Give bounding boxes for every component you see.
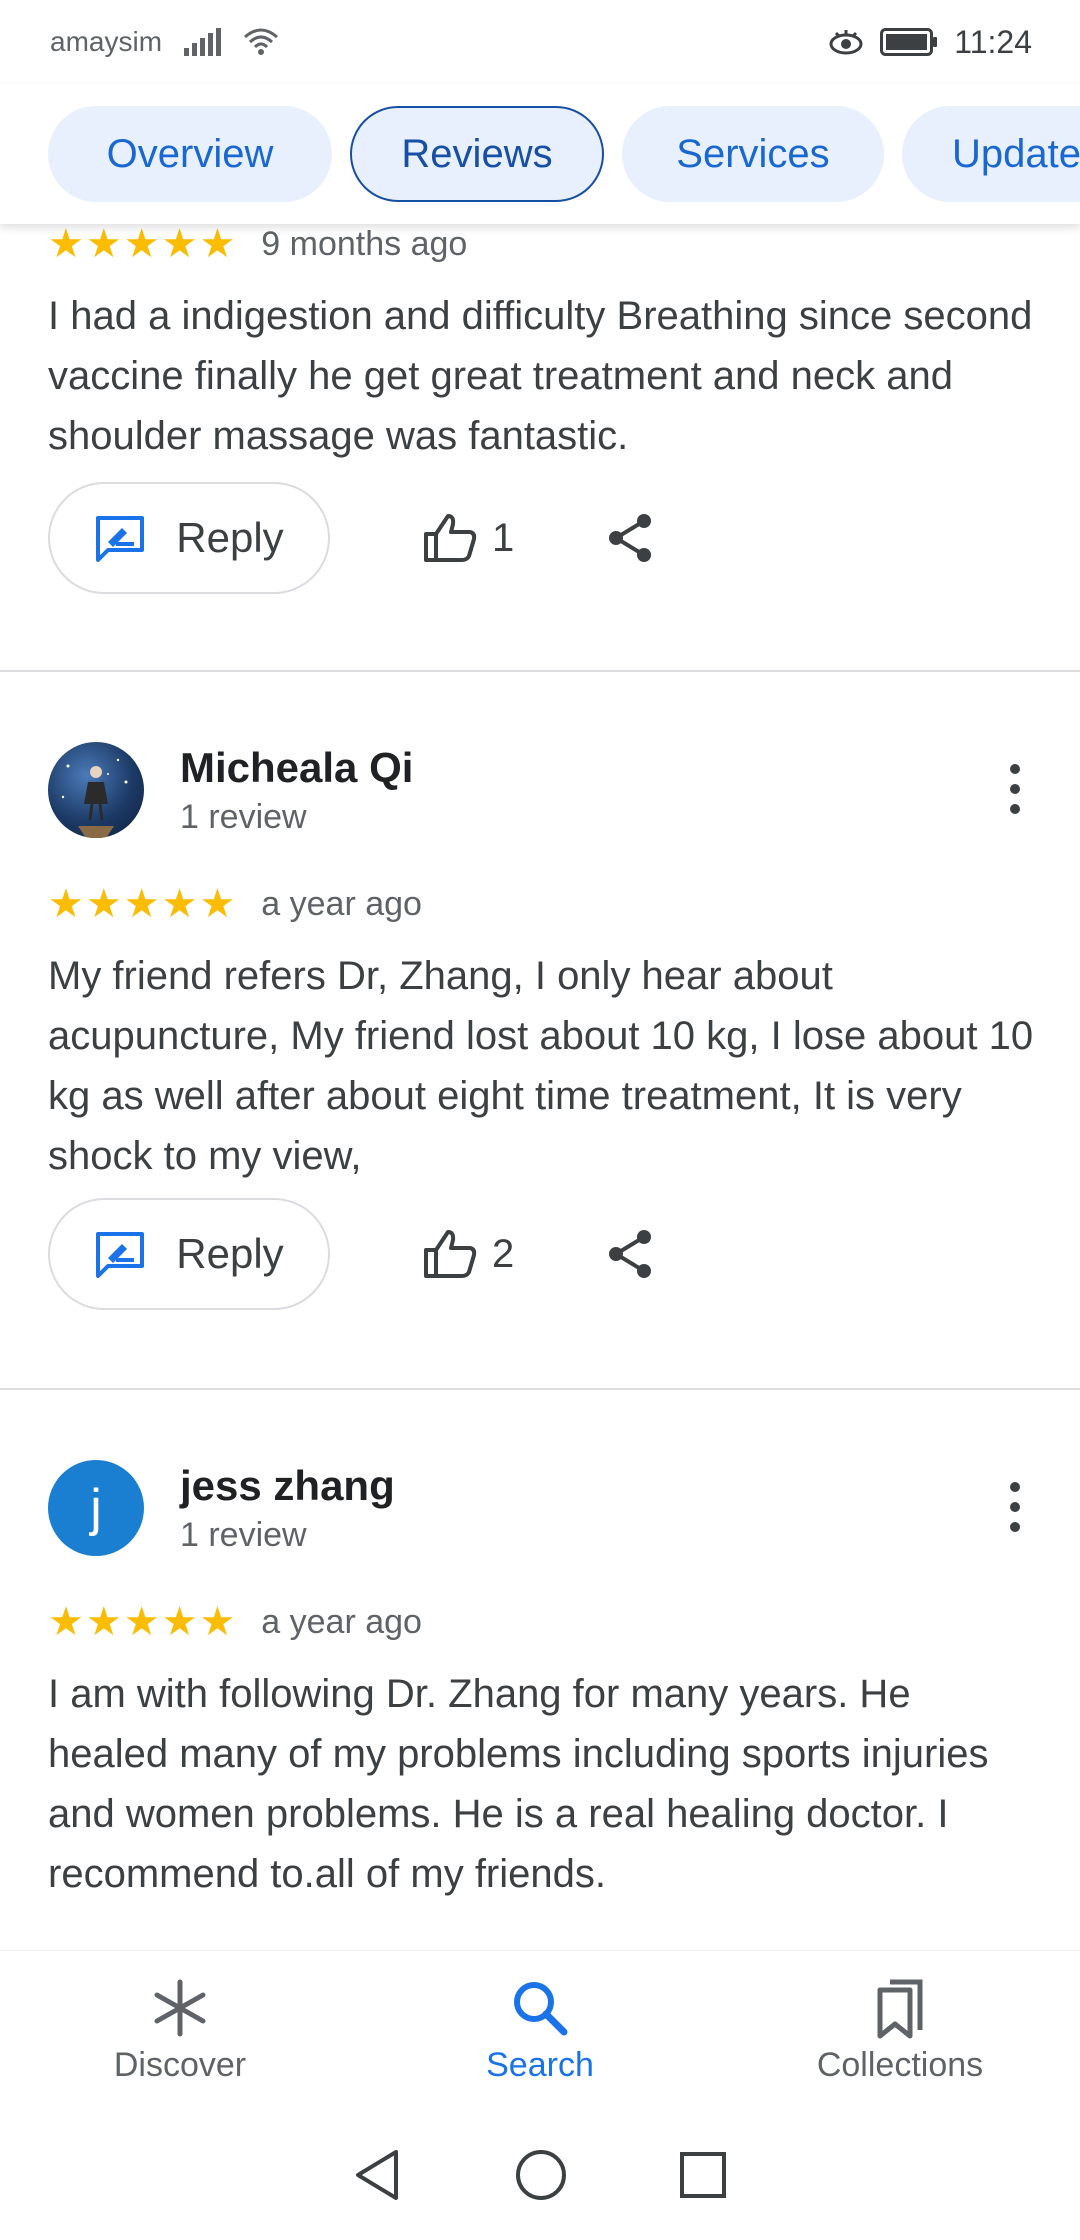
- more-options-icon[interactable]: [1010, 1482, 1020, 1532]
- star-rating: ★★★★★: [48, 882, 238, 926]
- status-left: amaysim: [50, 26, 279, 58]
- share-icon: [609, 514, 652, 562]
- bottom-navigation: Discover Search Collections: [0, 1950, 1080, 2110]
- like-button[interactable]: 2: [422, 1228, 514, 1280]
- star-rating: ★★★★★: [48, 224, 238, 266]
- nav-discover[interactable]: Discover: [30, 1951, 330, 2110]
- reply-label: Reply: [176, 1230, 284, 1277]
- rating-row: ★★★★★ a year ago: [48, 884, 422, 924]
- thumbs-up-icon: [424, 514, 477, 562]
- thumbs-up-icon: [424, 1230, 477, 1278]
- nav-label: Collections: [816, 2046, 984, 2084]
- battery-icon: [880, 28, 938, 56]
- review-card: ★★★★★ 9 months ago I had a indigestion a…: [0, 224, 1080, 672]
- rating-row: ★★★★★ 9 months ago: [48, 224, 467, 264]
- asterisk-icon: [154, 1979, 206, 2037]
- tab-overview[interactable]: Overview: [48, 106, 332, 202]
- review-time: 9 months ago: [261, 224, 468, 263]
- search-icon: [514, 1982, 568, 2036]
- tab-bar: Overview Reviews Services Updates: [0, 84, 1080, 224]
- tab-reviews[interactable]: Reviews: [350, 106, 604, 202]
- author-name[interactable]: jess zhang: [180, 1462, 395, 1510]
- status-right: 11:24: [828, 24, 1032, 61]
- review-author[interactable]: j jess zhang 1 review: [48, 1460, 395, 1556]
- review-text: My friend refers Dr, Zhang, I only hear …: [48, 954, 1034, 1178]
- rating-row: ★★★★★ a year ago: [48, 1602, 422, 1642]
- nav-collections[interactable]: Collections: [750, 1951, 1050, 2110]
- share-button[interactable]: [606, 1228, 654, 1280]
- star-rating: ★★★★★: [48, 1600, 238, 1644]
- author-info: jess zhang 1 review: [180, 1462, 395, 1555]
- home-icon[interactable]: [514, 2148, 568, 2202]
- reply-icon: [96, 516, 145, 562]
- review-time: a year ago: [261, 884, 422, 923]
- author-review-count: 1 review: [180, 1515, 307, 1554]
- review-author[interactable]: Micheala Qi 1 review: [48, 742, 413, 838]
- avatar-image: [61, 758, 128, 838]
- system-navigation: [0, 2110, 1080, 2240]
- reply-button[interactable]: Reply: [48, 482, 330, 594]
- review-actions: Reply 1: [48, 482, 654, 594]
- recents-icon[interactable]: [678, 2150, 728, 2200]
- more-options-icon[interactable]: [1010, 764, 1020, 814]
- review-actions: Reply 2: [48, 1198, 654, 1310]
- review-text: I had a indigestion and difficulty Breat…: [48, 294, 1033, 458]
- signal-icon: [184, 28, 222, 56]
- nav-label: Search: [486, 2046, 594, 2084]
- reply-label: Reply: [176, 514, 284, 561]
- like-count: 2: [492, 1231, 515, 1276]
- like-count: 1: [492, 515, 515, 560]
- share-button[interactable]: [606, 512, 654, 564]
- nav-label: Discover: [113, 2046, 247, 2084]
- review-text: I am with following Dr. Zhang for many y…: [48, 1672, 989, 1896]
- avatar: j: [48, 1460, 144, 1556]
- avatar: [48, 742, 144, 838]
- bookmarks-icon: [877, 1979, 923, 2039]
- eye-comfort-icon: [829, 30, 863, 55]
- review-time: a year ago: [261, 1602, 422, 1641]
- reply-icon: [96, 1232, 145, 1278]
- author-review-count: 1 review: [180, 797, 307, 836]
- author-name[interactable]: Micheala Qi: [180, 744, 413, 792]
- clock: 11:24: [954, 23, 1032, 60]
- status-bar: amaysim 11:24: [0, 0, 1080, 84]
- tab-services[interactable]: Services: [622, 106, 884, 202]
- review-card: Micheala Qi 1 review ★★★★★ a year ago My…: [0, 672, 1080, 1390]
- share-icon: [609, 1230, 652, 1278]
- carrier-label: amaysim: [50, 26, 163, 57]
- review-card: j jess zhang 1 review ★★★★★ a year ago I…: [0, 1390, 1080, 1950]
- wifi-icon: [244, 28, 279, 55]
- nav-search[interactable]: Search: [390, 1951, 690, 2110]
- reviews-list[interactable]: ★★★★★ 9 months ago I had a indigestion a…: [0, 224, 1080, 1950]
- reply-button[interactable]: Reply: [48, 1198, 330, 1310]
- author-info: Micheala Qi 1 review: [180, 744, 413, 837]
- back-icon[interactable]: [352, 2148, 404, 2202]
- like-button[interactable]: 1: [422, 512, 514, 564]
- tab-updates[interactable]: Updates: [902, 106, 1080, 202]
